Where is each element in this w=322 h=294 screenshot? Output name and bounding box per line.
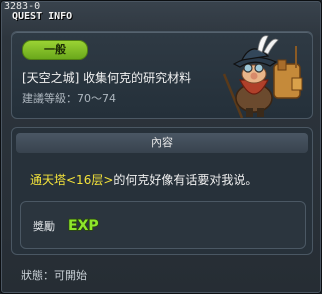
recommended-level: 建議等級：70～74 bbox=[22, 90, 116, 106]
window-title: QUEST INFO bbox=[12, 11, 73, 22]
quest-summary-panel: 一般 [天空之城] 收集何克的研究材料 建議等級：70～74 bbox=[11, 31, 313, 119]
quest-name: [天空之城] 收集何克的研究材料 bbox=[22, 71, 192, 85]
recommended-level-range: 70～74 bbox=[77, 92, 116, 105]
quest-description: 通天塔<16层>的何克好像有话要对我说。 bbox=[30, 171, 257, 188]
quest-status: 狀態：可開始 bbox=[21, 267, 87, 283]
description-text: 的何克好像有话要对我说。 bbox=[113, 173, 258, 187]
content-header: 內容 bbox=[16, 133, 308, 153]
quest-content-panel: 內容 通天塔<16层>的何克好像有话要对我说。 獎勵 EXP bbox=[11, 127, 313, 255]
reward-label: 獎勵 bbox=[33, 220, 55, 233]
quest-info-window: 3283-0 QUEST INFO 一般 [天空之城] 收集何克的研究材料 建議… bbox=[0, 0, 322, 294]
location-highlight: 通天塔<16层> bbox=[30, 173, 114, 187]
status-label: 狀態： bbox=[21, 269, 54, 282]
status-value: 可開始 bbox=[54, 269, 87, 282]
recommended-level-label: 建議等級： bbox=[22, 92, 77, 105]
reward-box: 獎勵 EXP bbox=[20, 201, 306, 249]
npc-portrait-icon bbox=[222, 35, 303, 118]
quest-category-badge: 一般 bbox=[22, 40, 88, 60]
exp-icon: EXP bbox=[67, 217, 99, 234]
svg-text:EXP: EXP bbox=[68, 218, 99, 234]
